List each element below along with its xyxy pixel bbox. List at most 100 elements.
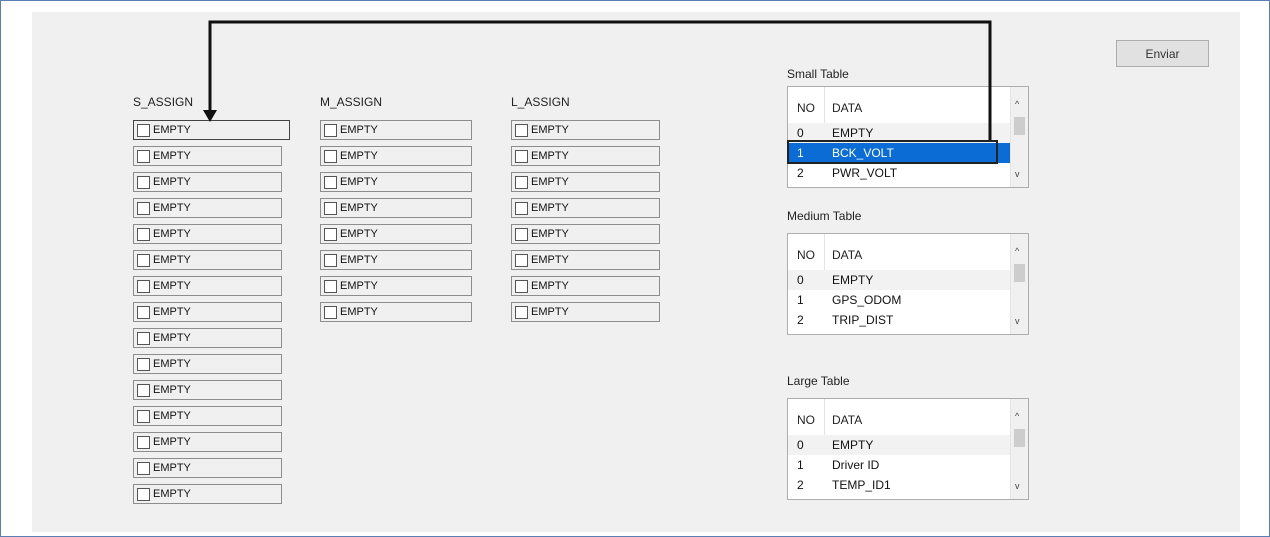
l-assign-slot[interactable]: EMPTY	[511, 224, 660, 244]
s-assign-slot[interactable]: EMPTY	[133, 458, 282, 478]
column-divider[interactable]	[824, 87, 825, 123]
s-assign-slot[interactable]: EMPTY	[133, 250, 282, 270]
scroll-down-icon[interactable]: v	[1015, 169, 1020, 179]
slot-label: EMPTY	[531, 176, 569, 188]
column-divider[interactable]	[824, 399, 825, 435]
large-table-listview[interactable]: NODATADES0EMPTY1Driver IDDriver ID2TEMP_…	[787, 398, 1029, 500]
table-row[interactable]: 1Driver IDDriver ID	[788, 455, 1011, 475]
l-assign-slot[interactable]: EMPTY	[511, 250, 660, 270]
slot-checkbox[interactable]	[324, 149, 337, 163]
s-assign-slot[interactable]: EMPTY	[133, 172, 282, 192]
table-row[interactable]: 0 EMPTY	[788, 270, 1011, 290]
l-assign-slot[interactable]: EMPTY	[511, 276, 660, 296]
s-assign-slot[interactable]: EMPTY	[133, 146, 282, 166]
slot-checkbox[interactable]	[515, 227, 528, 241]
s-assign-slot[interactable]: EMPTY	[133, 432, 282, 452]
slot-checkbox[interactable]	[515, 253, 528, 267]
scroll-up-icon[interactable]: ^	[1015, 411, 1019, 421]
medium-table-listview[interactable]: NODATADES0EMPTY1GPS_ODOMCalculated Odome…	[787, 233, 1029, 335]
m-assign-slot[interactable]: EMPTY	[320, 198, 472, 218]
table-row[interactable]: 2TEMP_ID1Temperature Sensor I...	[788, 475, 1011, 495]
table-row[interactable]: 1GPS_ODOMCalculated Odometer ...	[788, 290, 1011, 310]
scrollbar-thumb[interactable]	[1014, 117, 1025, 135]
table-row[interactable]: 0 EMPTY	[788, 123, 1011, 143]
m-assign-slot[interactable]: EMPTY	[320, 224, 472, 244]
s-assign-slot[interactable]: EMPTY	[133, 406, 282, 426]
column-header-no[interactable]: NO	[797, 248, 815, 262]
scroll-down-icon[interactable]: v	[1015, 481, 1020, 491]
scroll-up-icon[interactable]: ^	[1015, 99, 1019, 109]
slot-checkbox[interactable]	[515, 305, 528, 319]
s-assign-slot[interactable]: EMPTY	[133, 328, 282, 348]
vertical-scrollbar[interactable]: ^ v	[1010, 234, 1028, 334]
slot-checkbox[interactable]	[137, 383, 150, 397]
slot-checkbox[interactable]	[137, 305, 150, 319]
m-assign-slot[interactable]: EMPTY	[320, 250, 472, 270]
column-divider[interactable]	[824, 234, 825, 270]
vertical-scrollbar[interactable]: ^ v	[1010, 399, 1028, 499]
column-header-data[interactable]: DATA	[832, 101, 862, 115]
slot-checkbox[interactable]	[324, 279, 337, 293]
send-button[interactable]: Enviar	[1116, 40, 1209, 67]
s-assign-slot[interactable]: EMPTY	[133, 380, 282, 400]
slot-checkbox[interactable]	[137, 461, 150, 475]
table-row[interactable]: 0 EMPTY	[788, 435, 1011, 455]
slot-checkbox[interactable]	[324, 305, 337, 319]
slot-checkbox[interactable]	[515, 175, 528, 189]
slot-checkbox[interactable]	[137, 357, 150, 371]
m-assign-slot[interactable]: EMPTY	[320, 120, 472, 140]
slot-checkbox[interactable]	[137, 201, 150, 215]
s-assign-slot[interactable]: EMPTY	[133, 354, 282, 374]
column-header-no[interactable]: NO	[797, 413, 815, 427]
table-row[interactable]: 2PWR_VOLTCurrent Main Power V...	[788, 163, 1011, 183]
s-assign-slot[interactable]: EMPTY	[133, 276, 282, 296]
m-assign-slot[interactable]: EMPTY	[320, 146, 472, 166]
slot-checkbox[interactable]	[137, 435, 150, 449]
m-assign-slot[interactable]: EMPTY	[320, 276, 472, 296]
scrollbar-thumb[interactable]	[1014, 264, 1025, 282]
slot-checkbox[interactable]	[324, 175, 337, 189]
slot-checkbox[interactable]	[137, 331, 150, 345]
slot-checkbox[interactable]	[137, 123, 150, 137]
s-assign-slot[interactable]: EMPTY	[133, 198, 282, 218]
table-row[interactable]: 2TRIP_DISTDistance traveled on ...	[788, 310, 1011, 330]
slot-checkbox[interactable]	[137, 227, 150, 241]
vertical-scrollbar[interactable]: ^ v	[1010, 87, 1028, 187]
m-assign-slot[interactable]: EMPTY	[320, 302, 472, 322]
s-assign-slot[interactable]: EMPTY	[133, 484, 282, 504]
slot-checkbox[interactable]	[515, 279, 528, 293]
s-assign-slot[interactable]: EMPTY	[133, 224, 282, 244]
column-header-data[interactable]: DATA	[832, 413, 862, 427]
column-header-no[interactable]: NO	[797, 101, 815, 115]
table-row[interactable]: 1BCK_VOLTCurrent Backup Batte...	[788, 143, 1011, 163]
s-assign-slot[interactable]: EMPTY	[133, 302, 282, 322]
column-header-data[interactable]: DATA	[832, 248, 862, 262]
slot-checkbox[interactable]	[324, 227, 337, 241]
slot-label: EMPTY	[153, 150, 191, 162]
slot-checkbox[interactable]	[137, 175, 150, 189]
table-header: NODATADES	[788, 234, 1023, 270]
slot-checkbox[interactable]	[137, 149, 150, 163]
cell-no: 0	[797, 126, 804, 140]
slot-checkbox[interactable]	[324, 253, 337, 267]
s-assign-slot[interactable]: EMPTY	[133, 120, 290, 140]
l-assign-slot[interactable]: EMPTY	[511, 146, 660, 166]
slot-checkbox[interactable]	[137, 409, 150, 423]
l-assign-slot[interactable]: EMPTY	[511, 172, 660, 192]
slot-checkbox[interactable]	[515, 201, 528, 215]
slot-checkbox[interactable]	[137, 487, 150, 501]
slot-checkbox[interactable]	[515, 123, 528, 137]
slot-checkbox[interactable]	[137, 279, 150, 293]
m-assign-slot[interactable]: EMPTY	[320, 172, 472, 192]
l-assign-slot[interactable]: EMPTY	[511, 302, 660, 322]
scroll-up-icon[interactable]: ^	[1015, 246, 1019, 256]
l-assign-slot[interactable]: EMPTY	[511, 198, 660, 218]
small-table-listview[interactable]: NODATADES0EMPTY1BCK_VOLTCurrent Backup B…	[787, 86, 1029, 188]
scroll-down-icon[interactable]: v	[1015, 316, 1020, 326]
slot-checkbox[interactable]	[137, 253, 150, 267]
l-assign-slot[interactable]: EMPTY	[511, 120, 660, 140]
slot-checkbox[interactable]	[324, 123, 337, 137]
slot-checkbox[interactable]	[515, 149, 528, 163]
scrollbar-thumb[interactable]	[1014, 429, 1025, 447]
slot-checkbox[interactable]	[324, 201, 337, 215]
